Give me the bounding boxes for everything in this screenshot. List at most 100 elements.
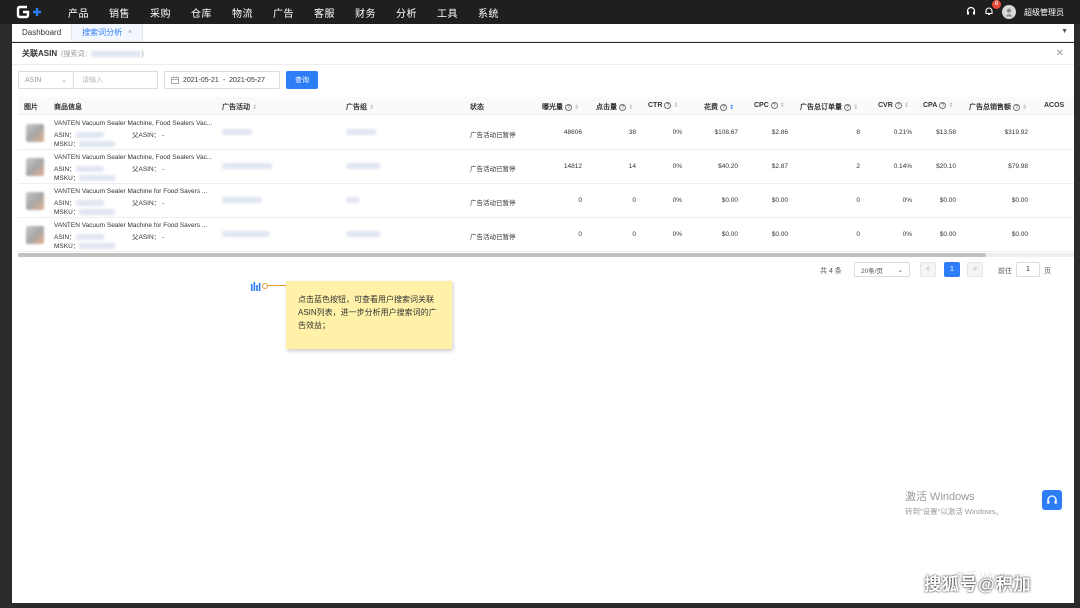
cpa: $13.58 (936, 129, 956, 136)
col-cpa[interactable]: CPA? ⇕ (923, 102, 953, 109)
logo[interactable] (16, 4, 46, 20)
col-cpc[interactable]: CPC? ⇕ (754, 102, 785, 109)
tab-search-term-label: 搜索词分析 (82, 28, 123, 37)
sort-icon: ⇕ (853, 105, 859, 111)
col-ctr[interactable]: CTR? ⇕ (648, 102, 678, 109)
nav-purchasing[interactable]: 采购 (150, 5, 171, 20)
page-size-select[interactable]: 20条/页 ⌄ (854, 262, 910, 277)
scrollbar-thumb[interactable] (18, 253, 986, 257)
col-cpc-label: CPC (754, 102, 769, 109)
panel-header: 关联ASIN (搜索词：) (12, 43, 1074, 65)
campaign-link[interactable] (222, 163, 272, 170)
avatar[interactable] (1002, 5, 1016, 19)
help-icon[interactable]: ? (1013, 104, 1020, 111)
table-row[interactable]: VANTEN Vacuum Sealer Machine, Food Seale… (18, 116, 1074, 150)
asin-select-value: ASIN (25, 76, 42, 84)
col-sales-label: 广告总销售额 (969, 104, 1011, 111)
help-icon[interactable]: ? (619, 104, 626, 111)
horizontal-scrollbar[interactable] (18, 253, 1074, 257)
tab-dashboard[interactable]: Dashboard (12, 24, 73, 41)
nav-system[interactable]: 系统 (478, 5, 499, 20)
nav-logistics[interactable]: 物流 (232, 5, 253, 20)
caret-down-icon[interactable]: ▼ (1061, 28, 1068, 35)
notification-bell[interactable]: 8 (984, 0, 1001, 18)
campaign-link[interactable] (222, 231, 270, 238)
next-page-button[interactable]: > (967, 262, 983, 277)
table-row[interactable]: VANTEN Vacuum Sealer Machine for Food Sa… (18, 184, 1074, 218)
help-icon[interactable]: ? (664, 102, 672, 109)
redacted-campaign (222, 231, 270, 238)
calendar-icon (171, 76, 179, 84)
sort-icon: ⇕ (574, 105, 580, 111)
keyword-input[interactable]: 请输入 (74, 71, 158, 89)
search-button[interactable]: 查询 (286, 71, 318, 89)
col-acos[interactable]: ACOS (1044, 102, 1064, 109)
headset-icon[interactable] (966, 6, 976, 18)
goto-page-input[interactable]: 1 (1016, 262, 1040, 277)
close-icon[interactable]: ✕ (1056, 48, 1064, 59)
asin-select[interactable]: ASIN ⌄ (18, 71, 74, 89)
nav-products[interactable]: 产品 (68, 5, 89, 20)
product-name: VANTEN Vacuum Sealer Machine, Food Seale… (54, 120, 213, 127)
sort-icon: ⇕ (252, 105, 258, 111)
redacted-msku (79, 175, 116, 182)
ad-group-link[interactable] (346, 129, 376, 136)
cpc: $0.00 (771, 231, 788, 238)
col-impressions[interactable]: 曝光量? ⇕ (542, 102, 579, 112)
help-icon[interactable]: ? (844, 104, 851, 111)
help-icon[interactable]: ? (565, 104, 572, 111)
campaign-link[interactable] (222, 197, 262, 204)
col-ad-group[interactable]: 广告组 ⇕ (346, 102, 374, 112)
chevron-down-icon: ⌄ (897, 266, 903, 274)
notification-badge: 8 (992, 0, 1001, 9)
user-name[interactable]: 超级管理员 (1024, 7, 1064, 18)
nav-advertising[interactable]: 广告 (273, 5, 294, 20)
help-icon[interactable]: ? (720, 104, 727, 111)
col-sales[interactable]: 广告总销售额? ⇕ (969, 102, 1027, 112)
col-spend[interactable]: 花费? ⇕ (704, 102, 734, 112)
date-range-picker[interactable]: 2021-05-21 - 2021-05-27 (164, 71, 280, 89)
campaign-link[interactable] (222, 129, 252, 136)
sales: $79.98 (1008, 163, 1028, 170)
col-status: 状态 (470, 102, 484, 112)
support-button[interactable] (1042, 490, 1062, 510)
nav-warehouse[interactable]: 仓库 (191, 5, 212, 20)
nav-tools[interactable]: 工具 (437, 5, 458, 20)
chevron-down-icon: ⌄ (61, 77, 67, 84)
msku-line: MSKU： (54, 172, 116, 182)
help-icon[interactable]: ? (894, 102, 902, 109)
cvr: 0% (902, 197, 912, 204)
ad-group-link[interactable] (346, 163, 380, 170)
col-campaign[interactable]: 广告活动 ⇕ (222, 102, 257, 112)
total-count: 共 4 条 (820, 268, 842, 275)
table-row[interactable]: VANTEN Vacuum Sealer Machine, Food Seale… (18, 150, 1074, 184)
orders: 8 (856, 129, 860, 136)
ad-group-link[interactable] (346, 231, 380, 238)
msku-line: MSKU： (54, 138, 116, 148)
nav-analysis[interactable]: 分析 (396, 5, 417, 20)
nav-sales[interactable]: 销售 (109, 5, 130, 20)
cpa: $0.00 (939, 197, 956, 204)
close-tab-icon[interactable]: × (128, 29, 132, 36)
help-icon[interactable]: ? (939, 102, 947, 109)
col-orders[interactable]: 广告总订单量? ⇕ (800, 102, 858, 112)
parent-asin-label: 父ASIN： (132, 166, 161, 173)
subtitle-prefix: (搜索词： (61, 50, 92, 58)
prev-page-button[interactable]: < (920, 262, 936, 277)
tab-search-term-analysis[interactable]: 搜索词分析 × (72, 24, 144, 41)
page-1-button[interactable]: 1 (944, 262, 960, 277)
col-clicks-label: 点击量 (596, 104, 617, 111)
redacted-msku (79, 141, 116, 148)
ad-group-link[interactable] (346, 197, 360, 204)
table-row[interactable]: VANTEN Vacuum Sealer Machine for Food Sa… (18, 218, 1074, 252)
col-cvr[interactable]: CVR? ⇕ (878, 102, 909, 109)
col-clicks[interactable]: 点击量? ⇕ (596, 102, 633, 112)
status: 广告活动已暂停 (470, 166, 516, 173)
col-cpa-label: CPA (923, 102, 938, 109)
cpa: $0.00 (939, 231, 956, 238)
nav-customer-service[interactable]: 客服 (314, 5, 335, 20)
bar-chart-icon[interactable] (250, 281, 262, 293)
filter-bar: ASIN ⌄ 请输入 2021-05-21 - 2021-05-27 查询 (18, 71, 318, 89)
help-icon[interactable]: ? (770, 102, 778, 109)
nav-finance[interactable]: 财务 (355, 5, 376, 20)
